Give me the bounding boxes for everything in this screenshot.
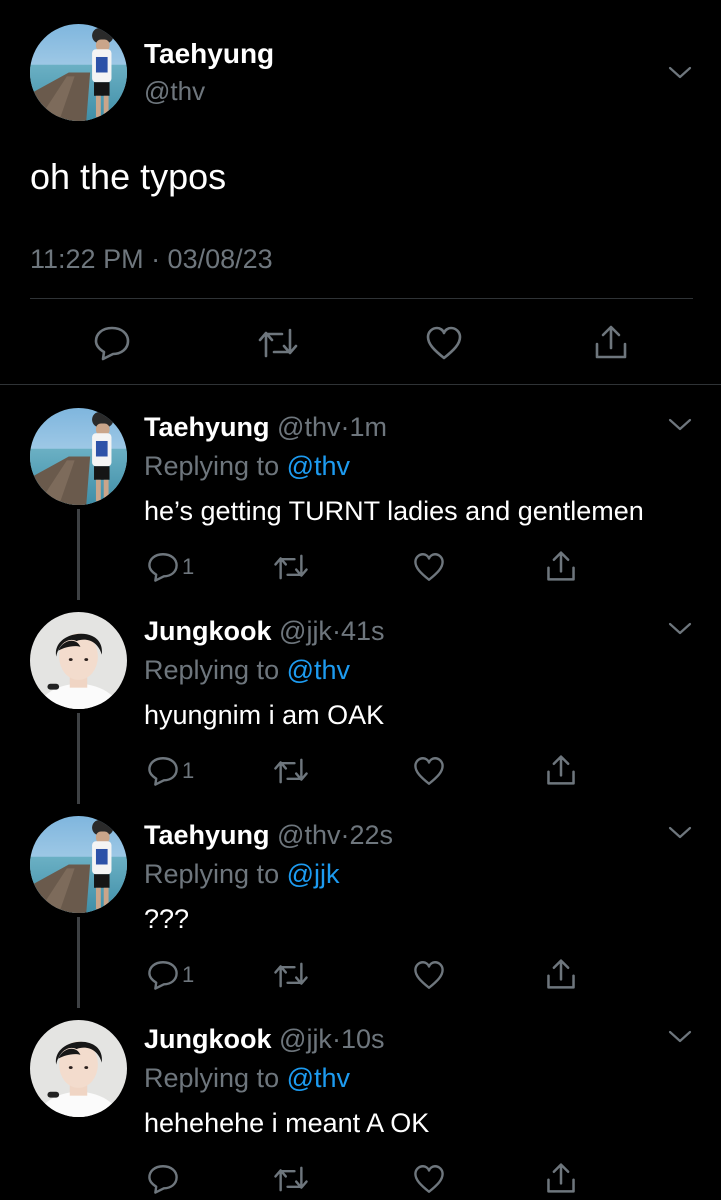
mention-link[interactable]: @thv (287, 655, 350, 685)
separator-dot: · (331, 1024, 341, 1054)
author-name[interactable]: Jungkook (144, 616, 272, 646)
share-icon[interactable] (544, 752, 578, 788)
share-icon[interactable] (544, 548, 578, 584)
author-name[interactable]: Taehyung (144, 412, 270, 442)
tweet-timestamp[interactable]: 11:22 PM · 03/08/23 (30, 244, 273, 275)
author-name[interactable]: Taehyung (144, 820, 270, 850)
replying-to: Replying to @thv (144, 1063, 350, 1094)
tweet-text: hehehehe i meant A OK (144, 1108, 430, 1138)
author-handle[interactable]: @thv (277, 820, 340, 850)
replying-label: Replying to (144, 655, 280, 685)
reply-count: 1 (182, 758, 195, 783)
profile-photo-portrait (30, 1020, 127, 1117)
retweet-icon[interactable] (272, 550, 310, 584)
post-age[interactable]: 1m (349, 412, 387, 442)
avatar[interactable] (30, 24, 127, 121)
retweet-icon[interactable] (272, 958, 310, 992)
avatar[interactable] (30, 612, 127, 709)
mention-link[interactable]: @thv (287, 451, 350, 481)
author-name[interactable]: Taehyung (144, 38, 274, 70)
reply-icon[interactable] (146, 1162, 180, 1196)
reply-icon[interactable] (92, 324, 132, 362)
reply-tweet[interactable]: Taehyung @thv·1m Replying to @thv he’s g… (0, 408, 721, 612)
tweet-text: oh the typos (30, 156, 227, 197)
author-handle[interactable]: @jjk (279, 616, 332, 646)
share-icon[interactable] (592, 322, 630, 362)
reply-header: Taehyung @thv·22s (144, 820, 393, 851)
author-handle[interactable]: @thv (277, 412, 340, 442)
share-icon[interactable] (544, 1160, 578, 1196)
chevron-down-icon[interactable] (665, 618, 695, 638)
tweet-text: ??? (144, 904, 190, 934)
like-icon[interactable] (412, 958, 446, 992)
author-handle[interactable]: @thv (144, 76, 205, 107)
reply-header: Taehyung @thv·1m (144, 412, 387, 443)
reply-tweet[interactable]: Jungkook @jjk·41s Replying to @thv hyung… (0, 612, 721, 816)
retweet-icon[interactable] (256, 324, 300, 362)
share-icon[interactable] (544, 956, 578, 992)
post-age[interactable]: 10s (341, 1024, 385, 1054)
replying-label: Replying to (144, 859, 280, 889)
replying-label: Replying to (144, 1063, 280, 1093)
chevron-down-icon[interactable] (665, 414, 695, 434)
reply-tweet[interactable]: Jungkook @jjk·10s Replying to @thv heheh… (0, 1020, 721, 1200)
action-bar (144, 1162, 584, 1196)
reply-tweet[interactable]: Taehyung @thv·22s Replying to @jjk ??? 1 (0, 816, 721, 1020)
tweet-text: he’s getting TURNT ladies and gentlemen (144, 496, 644, 526)
replying-to: Replying to @thv (144, 451, 350, 482)
separator-dot: · (331, 616, 341, 646)
author-name[interactable]: Jungkook (144, 1024, 272, 1054)
profile-photo-pier (30, 24, 127, 121)
chevron-down-icon[interactable] (665, 822, 695, 842)
divider (30, 298, 693, 299)
retweet-icon[interactable] (272, 1162, 310, 1196)
reply-icon[interactable] (146, 958, 180, 992)
action-bar: 1 (144, 958, 584, 992)
mention-link[interactable]: @jjk (287, 859, 340, 889)
divider (0, 384, 721, 385)
profile-photo-pier (30, 408, 127, 505)
reply-icon[interactable] (146, 550, 180, 584)
like-icon[interactable] (412, 754, 446, 788)
author-handle[interactable]: @jjk (279, 1024, 332, 1054)
main-tweet: Taehyung @thv oh the typos 11:22 PM · 03… (0, 0, 721, 384)
reply-count: 1 (182, 962, 195, 987)
chevron-down-icon[interactable] (665, 1026, 695, 1046)
reply-header: Jungkook @jjk·41s (144, 616, 384, 647)
post-age[interactable]: 41s (341, 616, 385, 646)
like-icon[interactable] (424, 324, 464, 362)
reply-icon[interactable] (146, 754, 180, 788)
replying-to: Replying to @thv (144, 655, 350, 686)
profile-photo-portrait (30, 612, 127, 709)
reply-header: Jungkook @jjk·10s (144, 1024, 384, 1055)
mention-link[interactable]: @thv (287, 1063, 350, 1093)
like-icon[interactable] (412, 1162, 446, 1196)
avatar[interactable] (30, 1020, 127, 1117)
reply-count: 1 (182, 554, 195, 579)
action-bar: 1 (144, 550, 584, 584)
post-age[interactable]: 22s (349, 820, 393, 850)
avatar[interactable] (30, 408, 127, 505)
replying-to: Replying to @jjk (144, 859, 340, 890)
chevron-down-icon[interactable] (665, 62, 695, 82)
retweet-icon[interactable] (272, 754, 310, 788)
profile-photo-pier (30, 816, 127, 913)
like-icon[interactable] (412, 550, 446, 584)
replying-label: Replying to (144, 451, 280, 481)
tweet-text: hyungnim i am OAK (144, 700, 385, 730)
avatar[interactable] (30, 816, 127, 913)
action-bar: 1 (144, 754, 584, 788)
